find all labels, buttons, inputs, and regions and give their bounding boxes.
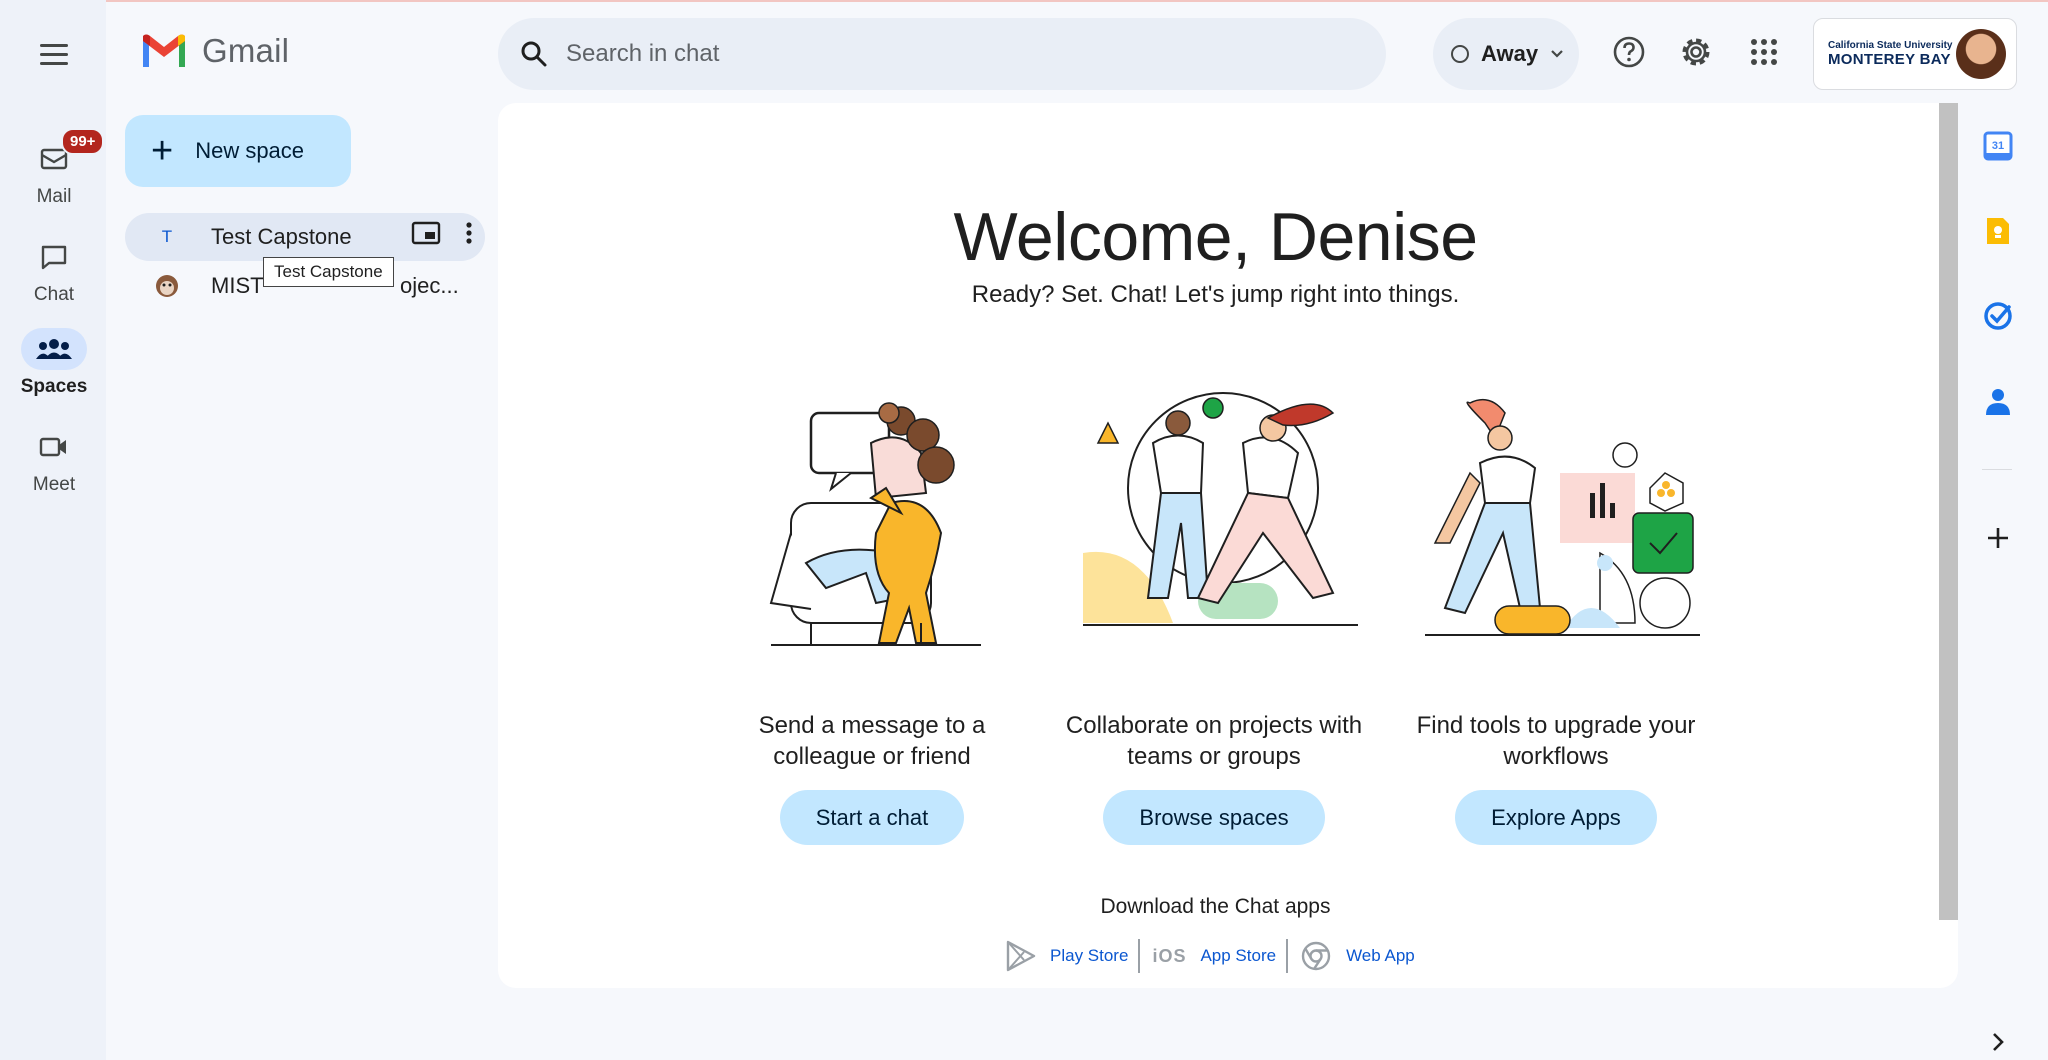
rail-item-meet[interactable]: Meet [0, 426, 108, 496]
status-label: Away [1481, 41, 1539, 66]
space-name: Test Capstone [211, 224, 352, 249]
space-avatar: T [161, 227, 173, 246]
account-switcher[interactable]: California State University MONTEREY BAY [1813, 18, 2017, 90]
search-bar[interactable]: Search in chat [498, 18, 1386, 90]
feature-collaborate: Collaborate on projects with teams or gr… [1064, 679, 1364, 845]
feature-description: Collaborate on projects with teams or gr… [1065, 712, 1363, 770]
avatar[interactable] [1956, 29, 2006, 79]
web-app-link[interactable]: Web App [1346, 946, 1415, 966]
rail-label-chat: Chat [33, 284, 75, 305]
nav-rail: 99+ Mail Chat Spaces Meet [0, 0, 106, 1060]
divider [1982, 469, 2012, 470]
rail-label-mail: Mail [36, 186, 72, 207]
chevron-down-icon [1551, 50, 1563, 58]
unread-badge: 99+ [61, 128, 105, 155]
feature-description: Send a message to a colleague or friend [758, 712, 986, 770]
divider [1138, 939, 1141, 973]
explore-apps-button[interactable]: Explore Apps [1455, 790, 1657, 845]
chevron-right-icon[interactable] [1990, 1028, 2006, 1059]
open-in-popup-icon[interactable] [411, 221, 441, 245]
page-subtitle: Ready? Set. Chat! Let's jump right into … [971, 281, 1460, 308]
scrollbar[interactable] [1939, 103, 1958, 920]
rail-item-mail[interactable]: 99+ Mail [0, 128, 108, 208]
collaborate-illustration [1083, 392, 1358, 626]
more-options-icon[interactable] [465, 221, 473, 245]
new-space-button[interactable]: + New space [125, 115, 351, 187]
apps-grid-icon[interactable] [1742, 30, 1786, 74]
search-input[interactable]: Search in chat [566, 40, 719, 68]
away-status-icon [1451, 45, 1469, 63]
organization-logo: California State University MONTEREY BAY [1828, 40, 1953, 68]
chat-icon [41, 245, 67, 270]
otter-avatar-icon [147, 274, 187, 298]
space-item-test-capstone[interactable]: T Test Capstone [125, 213, 485, 261]
start-a-chat-button[interactable]: Start a chat [779, 790, 965, 845]
video-camera-icon [39, 437, 66, 457]
send-message-illustration [769, 402, 981, 646]
download-links: Play Store iOS App Store Web App [1006, 939, 1425, 973]
search-icon[interactable] [520, 40, 548, 68]
divider [1286, 939, 1289, 973]
spaces-icon [36, 339, 72, 359]
gmail-m-icon [143, 34, 185, 67]
feature-tools: Find tools to upgrade your workflows Exp… [1406, 679, 1706, 845]
settings-gear-icon[interactable] [1674, 30, 1718, 74]
rail-label-spaces: Spaces [20, 376, 88, 397]
space-name: MIST [211, 273, 264, 298]
play-store-link[interactable]: Play Store [1050, 946, 1128, 966]
main-menu-icon[interactable] [28, 34, 82, 74]
plus-icon: + [151, 130, 174, 172]
contacts-icon[interactable] [1980, 384, 2016, 420]
add-addon-icon[interactable] [1980, 520, 2016, 556]
chrome-icon [1301, 941, 1331, 971]
help-icon[interactable] [1607, 30, 1651, 74]
tools-illustration [1425, 398, 1700, 636]
svg-text:31: 31 [1992, 140, 2004, 152]
status-dropdown[interactable]: Away [1433, 18, 1579, 90]
app-store-link[interactable]: App Store [1200, 946, 1276, 966]
calendar-icon[interactable]: 31 [1980, 128, 2016, 164]
welcome-card: Welcome, Denise Ready? Set. Chat! Let's … [498, 103, 1958, 988]
rail-label-meet: Meet [32, 474, 76, 495]
window-top-edge [0, 0, 2048, 2]
ios-icon: iOS [1152, 945, 1187, 966]
page-title: Welcome, Denise [953, 199, 1478, 275]
tooltip: Test Capstone [263, 257, 394, 287]
tasks-icon[interactable] [1980, 298, 2016, 334]
gmail-logo[interactable]: Gmail [140, 32, 289, 70]
keep-icon[interactable] [1980, 213, 2016, 249]
download-title: Download the Chat apps [1100, 895, 1331, 918]
space-name-tail: ojec... [400, 273, 459, 298]
feature-description: Find tools to upgrade your workflows [1416, 712, 1696, 770]
browse-spaces-button[interactable]: Browse spaces [1103, 790, 1325, 845]
gmail-wordmark: Gmail [202, 32, 290, 69]
rail-item-chat[interactable]: Chat [0, 236, 108, 306]
feature-send-message: Send a message to a colleague or friend … [722, 679, 1022, 845]
play-store-icon [1006, 940, 1036, 972]
rail-item-spaces[interactable]: Spaces [0, 328, 108, 398]
new-space-label: New space [195, 138, 305, 163]
